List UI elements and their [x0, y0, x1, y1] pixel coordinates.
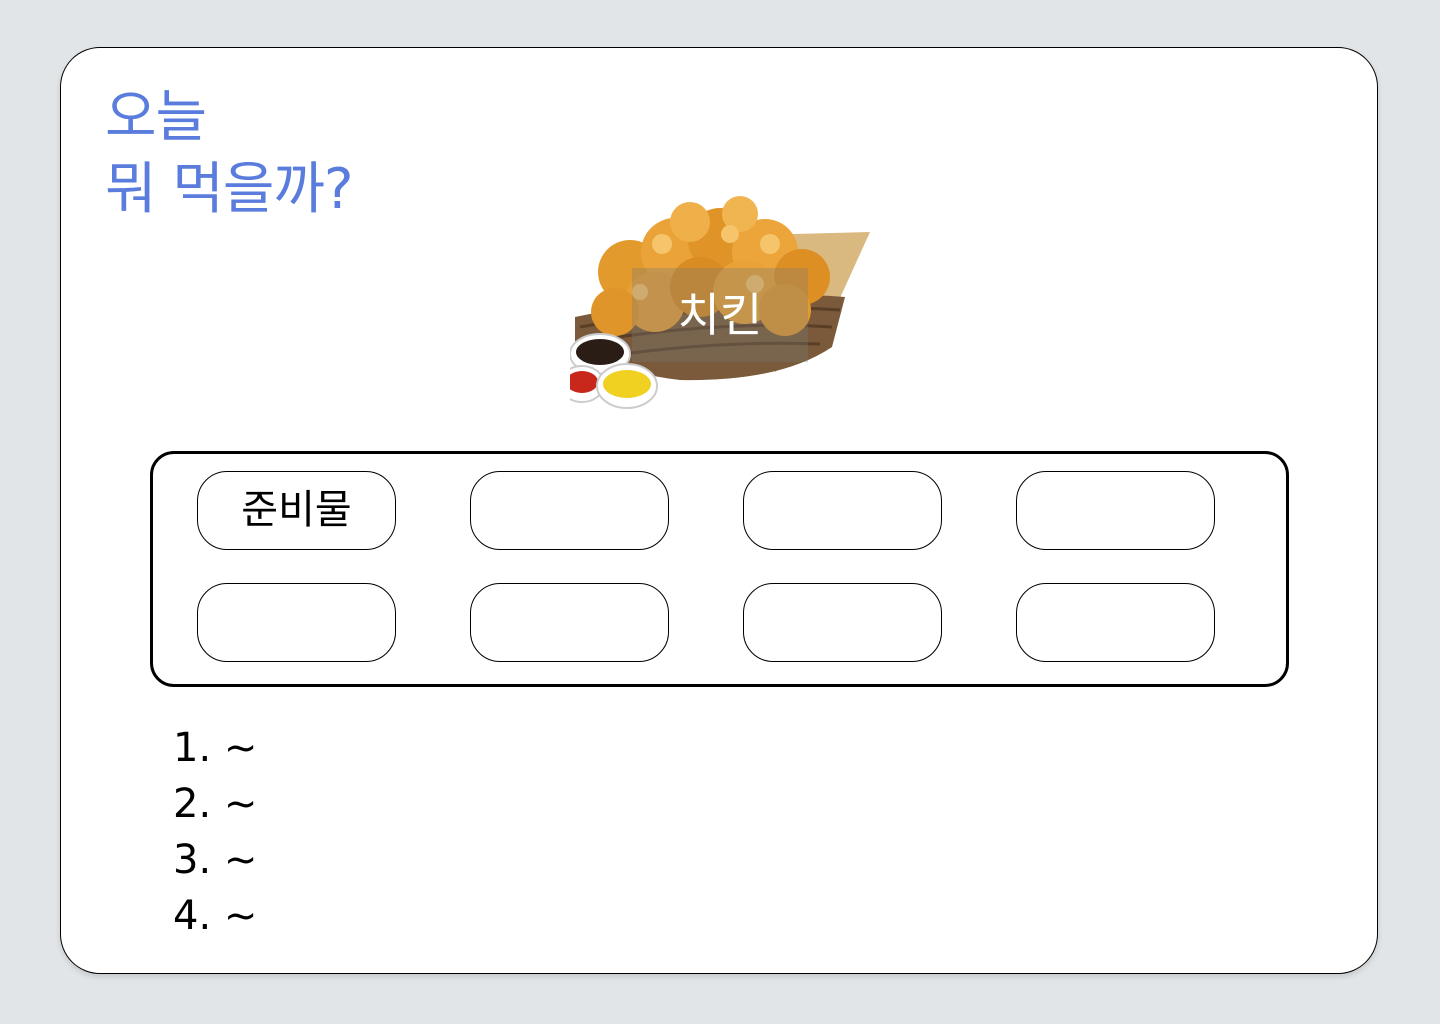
step-item: 4. ~ [173, 888, 257, 944]
step-item: 1. ~ [173, 720, 257, 776]
ingredient-slot[interactable] [743, 471, 942, 550]
recipe-card: 오늘 뭐 먹을까? 치킨 준비물 1. ~ 2. ~ 3. ~ 4. ~ [60, 47, 1378, 974]
ingredient-slot[interactable]: 준비물 [197, 471, 396, 550]
step-text: ~ [223, 781, 258, 827]
step-number: 3. [173, 837, 212, 883]
title-line-1: 오늘 [105, 85, 207, 150]
step-number: 1. [173, 725, 212, 771]
title-line-2: 뭐 먹을까? [105, 157, 354, 222]
step-text: ~ [223, 837, 258, 883]
step-item: 2. ~ [173, 776, 257, 832]
ingredients-panel: 준비물 [150, 451, 1289, 687]
ingredient-slot[interactable] [743, 583, 942, 662]
recipe-steps: 1. ~ 2. ~ 3. ~ 4. ~ [173, 720, 257, 944]
step-text: ~ [223, 893, 258, 939]
step-number: 4. [173, 893, 212, 939]
ingredient-slot[interactable] [197, 583, 396, 662]
ingredient-slot[interactable] [470, 471, 669, 550]
page-title: 오늘 뭐 먹을까? [105, 82, 354, 226]
menu-image[interactable]: 치킨 [570, 192, 870, 417]
ingredient-slot[interactable] [1016, 471, 1215, 550]
step-number: 2. [173, 781, 212, 827]
ingredient-slot[interactable] [1016, 583, 1215, 662]
step-text: ~ [223, 725, 258, 771]
ingredient-slot[interactable] [470, 583, 669, 662]
step-item: 3. ~ [173, 832, 257, 888]
menu-name: 치킨 [632, 268, 808, 362]
